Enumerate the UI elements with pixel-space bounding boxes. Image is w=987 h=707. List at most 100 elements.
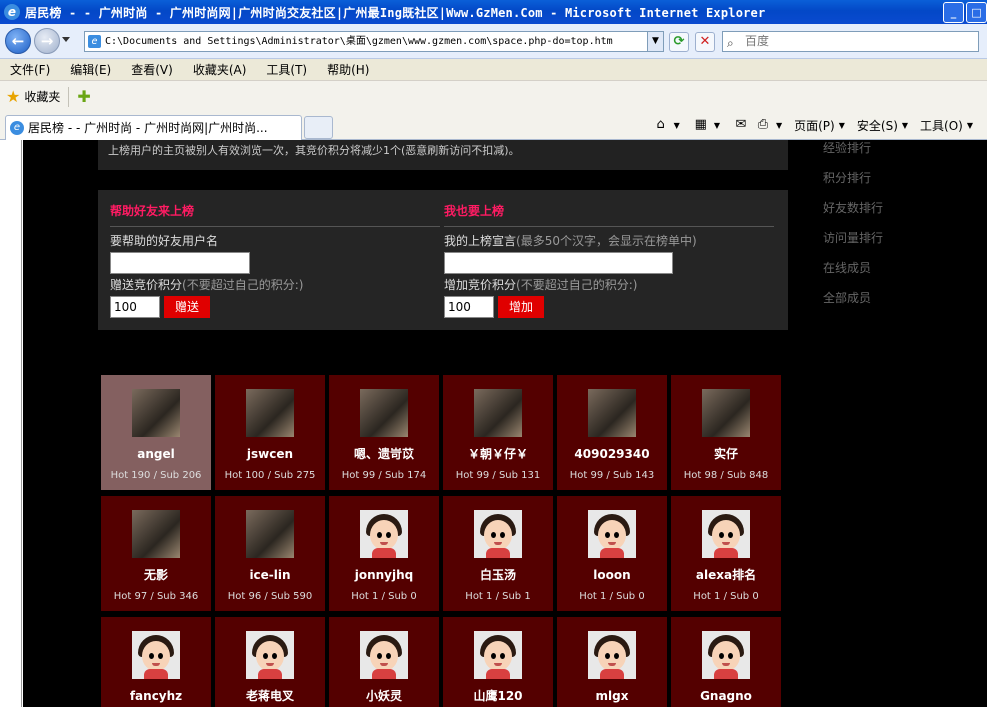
menu-view[interactable]: 查看(V)	[131, 61, 173, 78]
member-name[interactable]: Gnagno	[671, 689, 781, 703]
member-name[interactable]: angel	[101, 447, 211, 461]
member-card[interactable]: 白玉汤 Hot 1 / Sub 1	[443, 496, 553, 611]
home-icon[interactable]: ⌂	[652, 116, 670, 134]
sidenav-online-members[interactable]: 在线成员	[823, 260, 963, 290]
member-name[interactable]: 老蒋电叉	[215, 689, 325, 703]
member-card[interactable]: 山鹰120	[443, 617, 553, 707]
feeds-dropdown-icon[interactable]: ▼	[714, 121, 720, 130]
menu-tools[interactable]: 工具(T)	[266, 61, 307, 78]
member-card[interactable]: looon Hot 1 / Sub 0	[557, 496, 667, 611]
member-name[interactable]: looon	[557, 568, 667, 582]
member-card[interactable]: ￥朝￥仔￥ Hot 99 / Sub 131	[443, 375, 553, 490]
member-avatar-photo[interactable]	[702, 389, 750, 437]
add-favorite-icon[interactable]: ✚	[77, 87, 90, 106]
sidenav-all-members[interactable]: 全部成员	[823, 290, 963, 320]
avatar-face	[370, 641, 398, 671]
member-avatar-photo[interactable]	[246, 389, 294, 437]
member-name[interactable]: 409029340	[557, 447, 667, 461]
default-avatar-icon[interactable]	[474, 631, 522, 679]
member-avatar-photo[interactable]	[132, 389, 180, 437]
minimize-button[interactable]: _	[943, 2, 964, 23]
member-card[interactable]: ice-lin Hot 96 / Sub 590	[215, 496, 325, 611]
maximize-button[interactable]: □	[966, 2, 987, 23]
gift-button[interactable]: 赠送	[164, 296, 210, 318]
default-avatar-icon[interactable]	[588, 510, 636, 558]
member-name[interactable]: jonnyjhq	[329, 568, 439, 582]
stop-button[interactable]: ✕	[695, 32, 715, 52]
address-dropdown-button[interactable]: ▼	[647, 32, 663, 51]
member-name[interactable]: 小妖灵	[329, 689, 439, 703]
member-name[interactable]: mlgx	[557, 689, 667, 703]
member-name[interactable]: ice-lin	[215, 568, 325, 582]
safety-dropdown-icon[interactable]: ▼	[902, 121, 908, 130]
member-name[interactable]: jswcen	[215, 447, 325, 461]
history-dropdown-icon[interactable]	[62, 37, 70, 42]
member-avatar-photo[interactable]	[246, 510, 294, 558]
refresh-button[interactable]: ⟳	[669, 32, 689, 52]
default-avatar-icon[interactable]	[246, 631, 294, 679]
sidenav-experience-rank[interactable]: 经验排行	[823, 140, 963, 170]
new-tab-button[interactable]	[304, 116, 333, 139]
member-card[interactable]: 409029340 Hot 99 / Sub 143	[557, 375, 667, 490]
member-card[interactable]: 小妖灵	[329, 617, 439, 707]
page-dropdown-icon[interactable]: ▼	[839, 121, 845, 130]
member-card[interactable]: 嗯、遗岢苡 Hot 99 / Sub 174	[329, 375, 439, 490]
default-avatar-icon[interactable]	[132, 631, 180, 679]
member-name[interactable]: 实仔	[671, 447, 781, 461]
member-card[interactable]: alexa排名 Hot 1 / Sub 0	[671, 496, 781, 611]
favorites-button[interactable]: 收藏夹	[24, 88, 60, 105]
member-avatar-photo[interactable]	[474, 389, 522, 437]
member-card[interactable]: Gnagno	[671, 617, 781, 707]
forward-button[interactable]: →	[34, 28, 60, 54]
sidenav-visits-rank[interactable]: 访问量排行	[823, 230, 963, 260]
sidenav-credit-rank[interactable]: 积分排行	[823, 170, 963, 200]
member-card[interactable]: angel Hot 190 / Sub 206	[101, 375, 211, 490]
menu-file[interactable]: 文件(F)	[10, 61, 50, 78]
member-card[interactable]: fancyhz	[101, 617, 211, 707]
tab-current[interactable]: e 居民榜 - - 广州时尚 - 广州时尚网|广州时尚...	[5, 115, 302, 140]
address-input[interactable]: e C:\Documents and Settings\Administrato…	[84, 31, 664, 52]
safety-menu[interactable]: 安全(S)	[857, 117, 898, 134]
member-avatar-photo[interactable]	[132, 510, 180, 558]
add-credit-input[interactable]	[444, 296, 494, 318]
member-name[interactable]: ￥朝￥仔￥	[443, 447, 553, 461]
member-card[interactable]: jswcen Hot 100 / Sub 275	[215, 375, 325, 490]
member-name[interactable]: 无影	[101, 568, 211, 582]
mail-icon[interactable]: ✉	[732, 116, 750, 134]
member-avatar-photo[interactable]	[588, 389, 636, 437]
tools-menu[interactable]: 工具(O)	[920, 117, 963, 134]
member-name[interactable]: 白玉汤	[443, 568, 553, 582]
member-card[interactable]: 老蒋电叉	[215, 617, 325, 707]
print-icon[interactable]: ⎙	[754, 116, 772, 134]
default-avatar-icon[interactable]	[702, 510, 750, 558]
default-avatar-icon[interactable]	[588, 631, 636, 679]
page-menu[interactable]: 页面(P)	[794, 117, 835, 134]
add-credit-button[interactable]: 增加	[498, 296, 544, 318]
gift-credit-input[interactable]	[110, 296, 160, 318]
default-avatar-icon[interactable]	[360, 510, 408, 558]
member-card[interactable]: 实仔 Hot 98 / Sub 848	[671, 375, 781, 490]
back-button[interactable]: ←	[5, 28, 31, 54]
print-dropdown-icon[interactable]: ▼	[776, 121, 782, 130]
default-avatar-icon[interactable]	[702, 631, 750, 679]
member-avatar-photo[interactable]	[360, 389, 408, 437]
tools-dropdown-icon[interactable]: ▼	[967, 121, 973, 130]
member-card[interactable]: mlgx	[557, 617, 667, 707]
menu-edit[interactable]: 编辑(E)	[70, 61, 111, 78]
slogan-input[interactable]	[444, 252, 673, 274]
menu-favorites[interactable]: 收藏夹(A)	[193, 61, 247, 78]
home-dropdown-icon[interactable]: ▼	[674, 121, 680, 130]
member-name[interactable]: 嗯、遗岢苡	[329, 447, 439, 461]
member-name[interactable]: 山鹰120	[443, 689, 553, 703]
member-card[interactable]: 无影 Hot 97 / Sub 346	[101, 496, 211, 611]
default-avatar-icon[interactable]	[360, 631, 408, 679]
default-avatar-icon[interactable]	[474, 510, 522, 558]
friend-username-input[interactable]	[110, 252, 250, 274]
feeds-icon[interactable]: ▦	[692, 116, 710, 134]
member-card[interactable]: jonnyjhq Hot 1 / Sub 0	[329, 496, 439, 611]
sidenav-friends-rank[interactable]: 好友数排行	[823, 200, 963, 230]
member-name[interactable]: fancyhz	[101, 689, 211, 703]
member-name[interactable]: alexa排名	[671, 568, 781, 582]
menu-help[interactable]: 帮助(H)	[327, 61, 369, 78]
search-input[interactable]: ⌕ 百度	[722, 31, 979, 52]
